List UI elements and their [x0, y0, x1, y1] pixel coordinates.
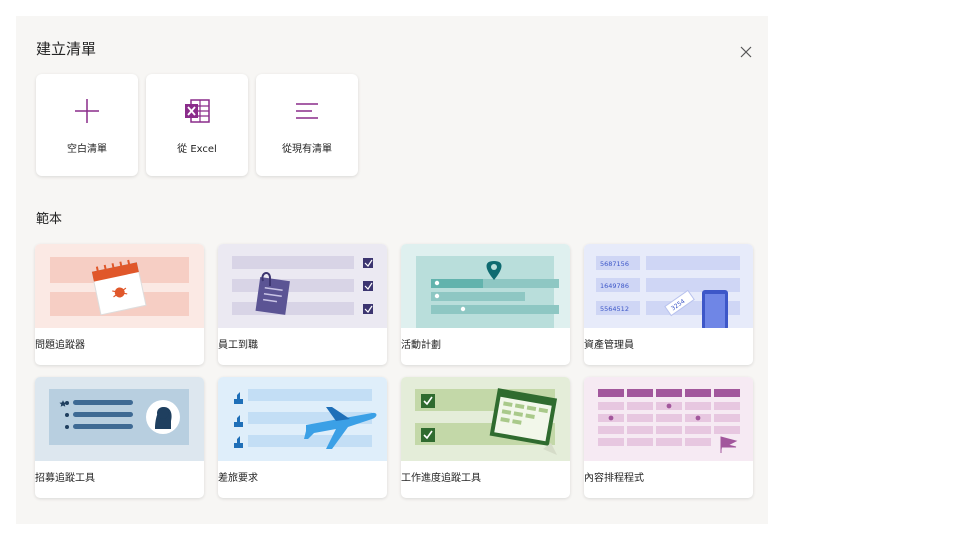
template-content-scheduler-label: 內容排程程式	[584, 473, 644, 484]
template-work-progress-tracker-label: 工作進度追蹤工具	[401, 473, 481, 484]
excel-icon	[180, 96, 214, 126]
asset-tags-illustration: 5687156 1649786 5564512 3254	[584, 244, 753, 328]
candidate-list-illustration	[35, 377, 204, 461]
list-lines-icon	[290, 96, 324, 126]
plus-icon	[70, 96, 104, 126]
from-existing-list-button[interactable]: 從現有清單	[256, 74, 358, 176]
template-asset-manager-label: 資產管理員	[584, 340, 634, 351]
map-pin-list-illustration	[401, 244, 570, 328]
template-issue-tracker-label: 問題追蹤器	[35, 340, 85, 351]
template-content-scheduler[interactable]: 內容排程程式	[584, 377, 753, 498]
checked-schedule-illustration	[401, 377, 570, 461]
calendar-bug-illustration	[35, 244, 204, 328]
create-list-dialog: 建立清單 空白清單 從 Excel 從現有清單 範本 問題追蹤器 員工到職 活動…	[16, 16, 768, 524]
from-excel-button[interactable]: 從 Excel	[146, 74, 248, 176]
asset-id-2: 1649786	[600, 282, 629, 290]
dialog-title: 建立清單	[36, 40, 97, 58]
template-employee-onboarding[interactable]: 員工到職	[218, 244, 387, 365]
template-recruitment-tracker[interactable]: 招募追蹤工具	[35, 377, 204, 498]
airplane-illustration	[218, 377, 387, 461]
templates-heading: 範本	[36, 212, 63, 227]
blank-list-label: 空白清單	[67, 144, 107, 155]
template-recruitment-tracker-label: 招募追蹤工具	[35, 473, 95, 484]
from-existing-list-label: 從現有清單	[282, 144, 332, 155]
template-travel-requests[interactable]: 差旅要求	[218, 377, 387, 498]
template-event-plan-label: 活動計劃	[401, 340, 441, 351]
template-employee-onboarding-label: 員工到職	[218, 340, 258, 351]
template-work-progress-tracker[interactable]: 工作進度追蹤工具	[401, 377, 570, 498]
templates-grid: 問題追蹤器 員工到職 活動計劃 5687156 1649786 5564512 …	[35, 244, 753, 498]
create-options: 空白清單 從 Excel 從現有清單	[36, 74, 358, 176]
close-icon[interactable]	[739, 44, 753, 58]
from-excel-label: 從 Excel	[177, 144, 217, 155]
asset-id-1: 5687156	[600, 260, 629, 268]
template-travel-requests-label: 差旅要求	[218, 473, 258, 484]
template-asset-manager[interactable]: 5687156 1649786 5564512 3254 資產管理員	[584, 244, 753, 365]
blank-list-button[interactable]: 空白清單	[36, 74, 138, 176]
clipboard-checklist-illustration	[218, 244, 387, 328]
calendar-flag-illustration	[584, 377, 753, 461]
template-event-plan[interactable]: 活動計劃	[401, 244, 570, 365]
template-issue-tracker[interactable]: 問題追蹤器	[35, 244, 204, 365]
asset-id-3: 5564512	[600, 305, 629, 313]
